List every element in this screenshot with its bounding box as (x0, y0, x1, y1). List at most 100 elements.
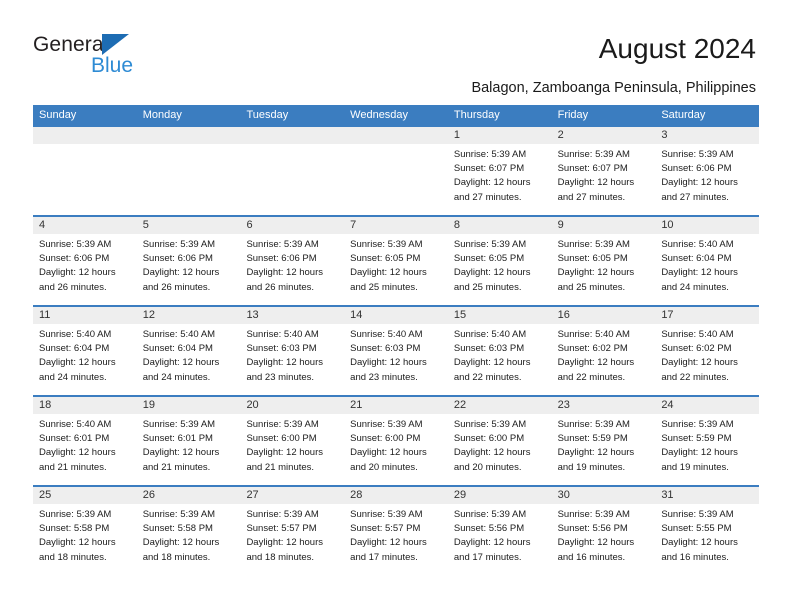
sunset-text: Sunset: 5:59 PM (557, 433, 628, 445)
day-details: Sunrise: 5:40 AM Sunset: 6:02 PM Dayligh… (552, 324, 656, 385)
calendar-day-cell[interactable]: 30 Sunrise: 5:39 AM Sunset: 5:56 PM Dayl… (551, 487, 656, 575)
calendar-day-cell[interactable]: 23 Sunrise: 5:39 AM Sunset: 5:59 PM Dayl… (551, 397, 656, 485)
sunrise-text: Sunrise: 5:40 AM (142, 329, 216, 340)
day-number: 26 (136, 487, 241, 504)
day-details: Sunrise: 5:39 AM Sunset: 5:58 PM Dayligh… (33, 504, 137, 565)
day-number: 18 (33, 397, 137, 414)
daylight-text-line2: and 19 minutes. (557, 461, 626, 473)
day-number: 27 (240, 487, 345, 504)
sunrise-text: Sunrise: 5:40 AM (39, 419, 112, 430)
daylight-text-line1: Daylight: 12 hours (350, 537, 427, 549)
calendar-day-cell[interactable]: 11 Sunrise: 5:40 AM Sunset: 6:04 PM Dayl… (33, 307, 137, 395)
brand-logo[interactable]: General Blue (33, 33, 173, 81)
sunset-text: Sunset: 6:06 PM (661, 163, 732, 175)
calendar-week-row: 1 Sunrise: 5:39 AM Sunset: 6:07 PM Dayli… (33, 125, 760, 215)
calendar-day-cell[interactable]: 21 Sunrise: 5:39 AM Sunset: 6:00 PM Dayl… (344, 397, 448, 485)
day-number: 24 (655, 397, 760, 414)
day-number: 5 (136, 217, 241, 234)
calendar-day-cell[interactable] (240, 127, 345, 215)
calendar-day-cell[interactable]: 6 Sunrise: 5:39 AM Sunset: 6:06 PM Dayli… (240, 217, 345, 305)
weekday-header-wednesday: Wednesday (350, 109, 409, 121)
calendar-day-cell[interactable]: 8 Sunrise: 5:39 AM Sunset: 6:05 PM Dayli… (447, 217, 552, 305)
sunset-text: Sunset: 6:02 PM (557, 343, 628, 355)
sunset-text: Sunset: 6:06 PM (39, 253, 110, 265)
day-number: 31 (655, 487, 760, 504)
daylight-text-line1: Daylight: 12 hours (246, 537, 324, 549)
calendar-day-cell[interactable]: 4 Sunrise: 5:39 AM Sunset: 6:06 PM Dayli… (33, 217, 137, 305)
day-details: Sunrise: 5:39 AM Sunset: 5:57 PM Dayligh… (240, 504, 344, 565)
daylight-text-line1: Daylight: 12 hours (557, 447, 635, 459)
daylight-text-line2: and 26 minutes. (39, 281, 107, 293)
sunrise-text: Sunrise: 5:39 AM (453, 509, 527, 520)
calendar-day-cell[interactable] (344, 127, 448, 215)
sunset-text: Sunset: 6:06 PM (142, 253, 213, 265)
day-number (344, 127, 448, 144)
day-details: Sunrise: 5:39 AM Sunset: 6:06 PM Dayligh… (33, 234, 137, 295)
calendar-day-cell[interactable]: 27 Sunrise: 5:39 AM Sunset: 5:57 PM Dayl… (240, 487, 345, 575)
daylight-text-line2: and 17 minutes. (453, 551, 522, 563)
day-number: 25 (33, 487, 137, 504)
sunset-text: Sunset: 5:56 PM (453, 523, 525, 535)
calendar-day-cell[interactable]: 5 Sunrise: 5:39 AM Sunset: 6:06 PM Dayli… (136, 217, 241, 305)
calendar-day-cell[interactable]: 14 Sunrise: 5:40 AM Sunset: 6:03 PM Dayl… (344, 307, 448, 395)
day-details: Sunrise: 5:40 AM Sunset: 6:02 PM Dayligh… (655, 324, 759, 385)
calendar-day-cell[interactable] (136, 127, 241, 215)
day-number: 17 (655, 307, 760, 324)
calendar-day-cell[interactable]: 17 Sunrise: 5:40 AM Sunset: 6:02 PM Dayl… (655, 307, 760, 395)
calendar-page: General Blue August 2024 Balagon, Zamboa… (0, 0, 792, 612)
daylight-text-line1: Daylight: 12 hours (39, 267, 116, 279)
calendar-day-cell[interactable]: 10 Sunrise: 5:40 AM Sunset: 6:04 PM Dayl… (655, 217, 760, 305)
calendar-day-cell[interactable] (33, 127, 137, 215)
day-details: Sunrise: 5:39 AM Sunset: 5:58 PM Dayligh… (137, 504, 241, 565)
daylight-text-line1: Daylight: 12 hours (246, 357, 324, 369)
calendar-day-cell[interactable]: 18 Sunrise: 5:40 AM Sunset: 6:01 PM Dayl… (33, 397, 137, 485)
page-title: August 2024 (598, 33, 756, 64)
calendar-day-cell[interactable]: 2 Sunrise: 5:39 AM Sunset: 6:07 PM Dayli… (551, 127, 656, 215)
calendar-day-cell[interactable]: 25 Sunrise: 5:39 AM Sunset: 5:58 PM Dayl… (33, 487, 137, 575)
sunset-text: Sunset: 6:01 PM (39, 433, 110, 445)
calendar-day-cell[interactable]: 19 Sunrise: 5:39 AM Sunset: 6:01 PM Dayl… (136, 397, 241, 485)
sunset-text: Sunset: 5:56 PM (557, 523, 628, 535)
calendar-day-cell[interactable]: 20 Sunrise: 5:39 AM Sunset: 6:00 PM Dayl… (240, 397, 345, 485)
brand-name-blue: Blue (91, 54, 134, 77)
day-details: Sunrise: 5:39 AM Sunset: 6:07 PM Dayligh… (552, 144, 656, 205)
sunrise-text: Sunrise: 5:40 AM (39, 329, 112, 340)
sunset-text: Sunset: 6:05 PM (453, 253, 525, 265)
calendar-day-cell[interactable]: 16 Sunrise: 5:40 AM Sunset: 6:02 PM Dayl… (551, 307, 656, 395)
day-details: Sunrise: 5:39 AM Sunset: 6:05 PM Dayligh… (552, 234, 656, 295)
calendar-day-cell[interactable]: 22 Sunrise: 5:39 AM Sunset: 6:00 PM Dayl… (447, 397, 552, 485)
calendar-day-cell[interactable]: 13 Sunrise: 5:40 AM Sunset: 6:03 PM Dayl… (240, 307, 345, 395)
calendar-day-cell[interactable]: 9 Sunrise: 5:39 AM Sunset: 6:05 PM Dayli… (551, 217, 656, 305)
sunrise-text: Sunrise: 5:39 AM (661, 419, 734, 430)
daylight-text-line1: Daylight: 12 hours (557, 537, 635, 549)
calendar-day-cell[interactable]: 1 Sunrise: 5:39 AM Sunset: 6:07 PM Dayli… (447, 127, 552, 215)
sunrise-text: Sunrise: 5:40 AM (661, 239, 734, 250)
daylight-text-line2: and 18 minutes. (246, 551, 315, 563)
weekday-header-monday: Monday (142, 109, 182, 121)
calendar-day-cell[interactable]: 24 Sunrise: 5:39 AM Sunset: 5:59 PM Dayl… (655, 397, 760, 485)
sunset-text: Sunset: 5:57 PM (350, 523, 421, 535)
daylight-text-line1: Daylight: 12 hours (557, 357, 635, 369)
daylight-text-line1: Daylight: 12 hours (350, 357, 427, 369)
sunrise-text: Sunrise: 5:39 AM (350, 239, 423, 250)
sunset-text: Sunset: 6:04 PM (661, 253, 732, 265)
calendar-day-cell[interactable]: 26 Sunrise: 5:39 AM Sunset: 5:58 PM Dayl… (136, 487, 241, 575)
day-number: 16 (551, 307, 656, 324)
sunrise-text: Sunrise: 5:39 AM (557, 149, 630, 160)
calendar-day-cell[interactable]: 15 Sunrise: 5:40 AM Sunset: 6:03 PM Dayl… (447, 307, 552, 395)
calendar-day-cell[interactable]: 28 Sunrise: 5:39 AM Sunset: 5:57 PM Dayl… (344, 487, 448, 575)
calendar-day-cell[interactable]: 12 Sunrise: 5:40 AM Sunset: 6:04 PM Dayl… (136, 307, 241, 395)
daylight-text-line2: and 17 minutes. (350, 551, 418, 563)
sunrise-text: Sunrise: 5:39 AM (661, 509, 734, 520)
day-number (33, 127, 137, 144)
day-details: Sunrise: 5:39 AM Sunset: 6:05 PM Dayligh… (448, 234, 552, 295)
calendar-day-cell[interactable]: 7 Sunrise: 5:39 AM Sunset: 6:05 PM Dayli… (344, 217, 448, 305)
day-details: Sunrise: 5:39 AM Sunset: 5:56 PM Dayligh… (448, 504, 552, 565)
sunset-text: Sunset: 6:03 PM (246, 343, 317, 355)
calendar-day-cell[interactable]: 3 Sunrise: 5:39 AM Sunset: 6:06 PM Dayli… (655, 127, 760, 215)
day-details: Sunrise: 5:39 AM Sunset: 5:59 PM Dayligh… (655, 414, 759, 475)
daylight-text-line2: and 27 minutes. (661, 191, 729, 203)
calendar-day-cell[interactable]: 31 Sunrise: 5:39 AM Sunset: 5:55 PM Dayl… (655, 487, 760, 575)
calendar-day-cell[interactable]: 29 Sunrise: 5:39 AM Sunset: 5:56 PM Dayl… (447, 487, 552, 575)
daylight-text-line2: and 23 minutes. (246, 371, 315, 383)
